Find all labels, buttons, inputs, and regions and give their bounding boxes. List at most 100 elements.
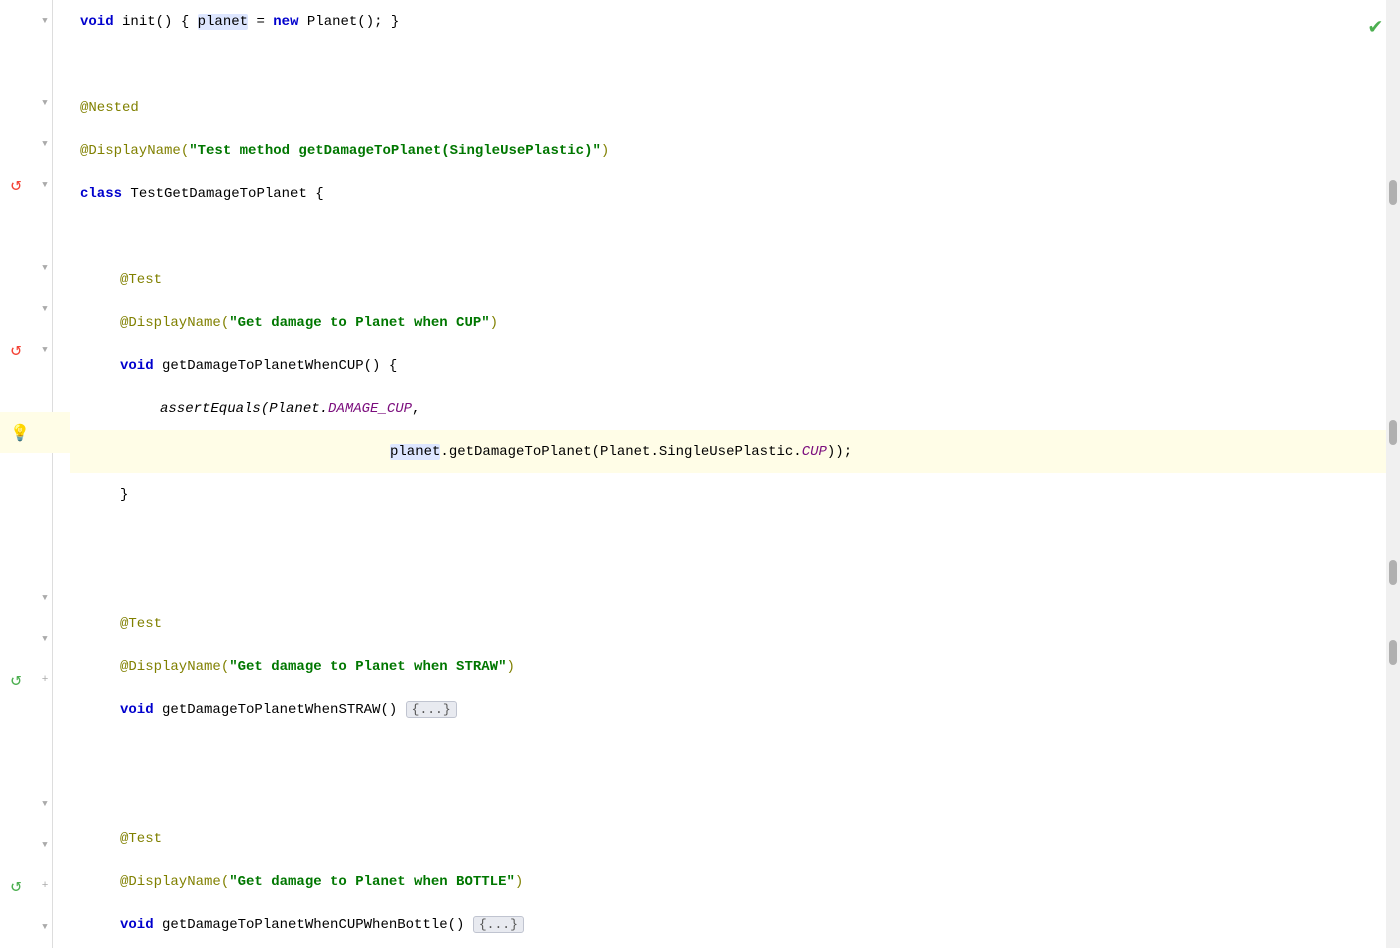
string-displayname-main: "Test method getDamageToPlanet(SingleUse… [189, 143, 601, 159]
fold-icon-method-cup[interactable] [38, 343, 52, 357]
field-cup-call: CUP [802, 444, 827, 460]
gutter-line-test2 [0, 577, 70, 618]
annotation-displayname-cup: @DisplayName( [120, 315, 229, 331]
annotation-displayname-main: @DisplayName( [80, 143, 189, 159]
annotation-displayname-cup-close: ) [490, 315, 498, 331]
code-line-blank4 [70, 559, 1386, 602]
fold-icon-bottle[interactable] [38, 838, 52, 852]
code-line-blank3 [70, 516, 1386, 559]
code-line-init: void init() { planet = new Planet(); } [70, 0, 1386, 43]
gutter-line-blank-3 [0, 495, 70, 536]
fold-icon-test1[interactable] [38, 261, 52, 275]
gutter-line-method-bottle: ↺ + [0, 866, 70, 907]
gutter-line-nested [0, 82, 70, 123]
kw-void-cup: void [120, 358, 154, 374]
gutter-line-class: ↺ [0, 165, 70, 206]
gutter-line-displayname-cup [0, 289, 70, 330]
kw-void-init: void [80, 14, 114, 30]
run-icon-straw[interactable]: ↺ [6, 670, 26, 690]
gutter-line-test1 [0, 247, 70, 288]
gutter-line-method-straw: ↺ + [0, 660, 70, 701]
scrollbar-thumb-4[interactable] [1389, 640, 1397, 665]
code-line-planet-call: planet.getDamageToPlanet(Planet.SingleUs… [70, 430, 1386, 473]
fold-icon-classbrace[interactable] [38, 920, 52, 934]
code-area: void init() { planet = new Planet(); } @… [70, 0, 1386, 948]
gutter-line-method-cup: ↺ [0, 330, 70, 371]
run-icon-class[interactable]: ↺ [6, 175, 26, 195]
gutter-line-straw-name [0, 618, 70, 659]
editor-container: ↺ ↺ 💡 [0, 0, 1400, 948]
string-displayname-bottle: "Get damage to Planet when BOTTLE" [229, 874, 515, 890]
string-displayname-straw: "Get damage to Planet when STRAW" [229, 659, 506, 675]
fold-icon-1[interactable] [38, 14, 52, 28]
code-line-assert: assertEquals(Planet.DAMAGE_CUP, [70, 387, 1386, 430]
highlight-planet-init: planet [198, 14, 248, 30]
fold-icon-class[interactable] [38, 178, 52, 192]
code-line-closebrace-cup: } [70, 473, 1386, 516]
code-line-displayname-main: @DisplayName("Test method getDamageToPla… [70, 129, 1386, 172]
lightbulb-icon[interactable]: 💡 [10, 423, 30, 443]
text-closebrace-cup: } [120, 487, 128, 503]
fold-icon-test3[interactable] [38, 797, 52, 811]
collapsed-straw[interactable]: {...} [406, 701, 457, 718]
text-init-3: Planet(); } [298, 14, 399, 30]
text-planet-call: .getDamageToPlanet(Planet.SingleUsePlast… [440, 444, 801, 460]
run-icon-cup[interactable]: ↺ [6, 340, 26, 360]
fold-icon-bottle-expand[interactable]: + [38, 879, 52, 893]
gutter-line-assert [0, 371, 70, 412]
fold-icon-displayname[interactable] [38, 137, 52, 151]
code-line-displayname-cup: @DisplayName("Get damage to Planet when … [70, 301, 1386, 344]
fold-icon-cup[interactable] [38, 302, 52, 316]
code-line-blank6 [70, 774, 1386, 817]
text-method-cup: getDamageToPlanetWhenCUP() { [154, 358, 398, 374]
code-line-method-straw: void getDamageToPlanetWhenSTRAW() {...} [70, 688, 1386, 731]
annotation-nested: @Nested [80, 100, 139, 116]
kw-new: new [273, 14, 298, 30]
gutter-line-closebrace1 [0, 453, 70, 494]
kw-void-bottle: void [120, 917, 154, 933]
gutter-line-test3 [0, 783, 70, 824]
scrollbar-thumb-2[interactable] [1389, 420, 1397, 445]
gutter-line-blank-4 [0, 536, 70, 577]
scrollbar-thumb-1[interactable] [1389, 180, 1397, 205]
text-assert-comma: , [412, 401, 420, 417]
annotation-displayname-bottle-close: ) [515, 874, 523, 890]
highlight-planet-call: planet [390, 444, 440, 460]
text-assert: assertEquals(Planet. [160, 401, 328, 417]
fold-icon-test2[interactable] [38, 591, 52, 605]
gutter-line-displayname [0, 124, 70, 165]
fold-icon-straw[interactable] [38, 632, 52, 646]
code-line-method-cup: void getDamageToPlanetWhenCUP() { [70, 344, 1386, 387]
kw-class: class [80, 186, 122, 202]
text-method-straw: getDamageToPlanetWhenSTRAW() [154, 702, 406, 718]
annotation-displayname-bottle: @DisplayName( [120, 874, 229, 890]
gutter-line-blank-2 [0, 206, 70, 247]
scrollbar[interactable]: ✔ [1386, 0, 1400, 948]
code-line-test2: @Test [70, 602, 1386, 645]
annotation-displayname-main-close: ) [601, 143, 609, 159]
code-line-blank5 [70, 731, 1386, 774]
code-line-blank2 [70, 215, 1386, 258]
text-init: init() { [114, 14, 198, 30]
gutter-line-planet-highlighted: 💡 [0, 412, 70, 453]
scrollbar-thumb-3[interactable] [1389, 560, 1397, 585]
gutter-line-1 [0, 0, 70, 41]
gutter: ↺ ↺ 💡 [0, 0, 70, 948]
text-method-bottle: getDamageToPlanetWhenCUPWhenBottle() [154, 917, 473, 933]
collapsed-bottle[interactable]: {...} [473, 916, 524, 933]
code-line-test3: @Test [70, 817, 1386, 860]
fold-icon-straw-expand[interactable]: + [38, 673, 52, 687]
code-line-nested: @Nested [70, 86, 1386, 129]
fold-icon-nested[interactable] [38, 96, 52, 110]
text-class: TestGetDamageToPlanet { [122, 186, 324, 202]
annotation-test3: @Test [120, 831, 162, 847]
code-line-displayname-bottle: @DisplayName("Get damage to Planet when … [70, 860, 1386, 903]
run-icon-bottle[interactable]: ↺ [6, 876, 26, 896]
gutter-line-bottle-name [0, 824, 70, 865]
gutter-line-blank-1 [0, 41, 70, 82]
code-line-displayname-straw: @DisplayName("Get damage to Planet when … [70, 645, 1386, 688]
text-cup-paren: )); [827, 444, 852, 460]
gutter-line-blank-5 [0, 701, 70, 742]
check-icon: ✔ [1369, 14, 1382, 40]
string-displayname-cup: "Get damage to Planet when CUP" [229, 315, 489, 331]
